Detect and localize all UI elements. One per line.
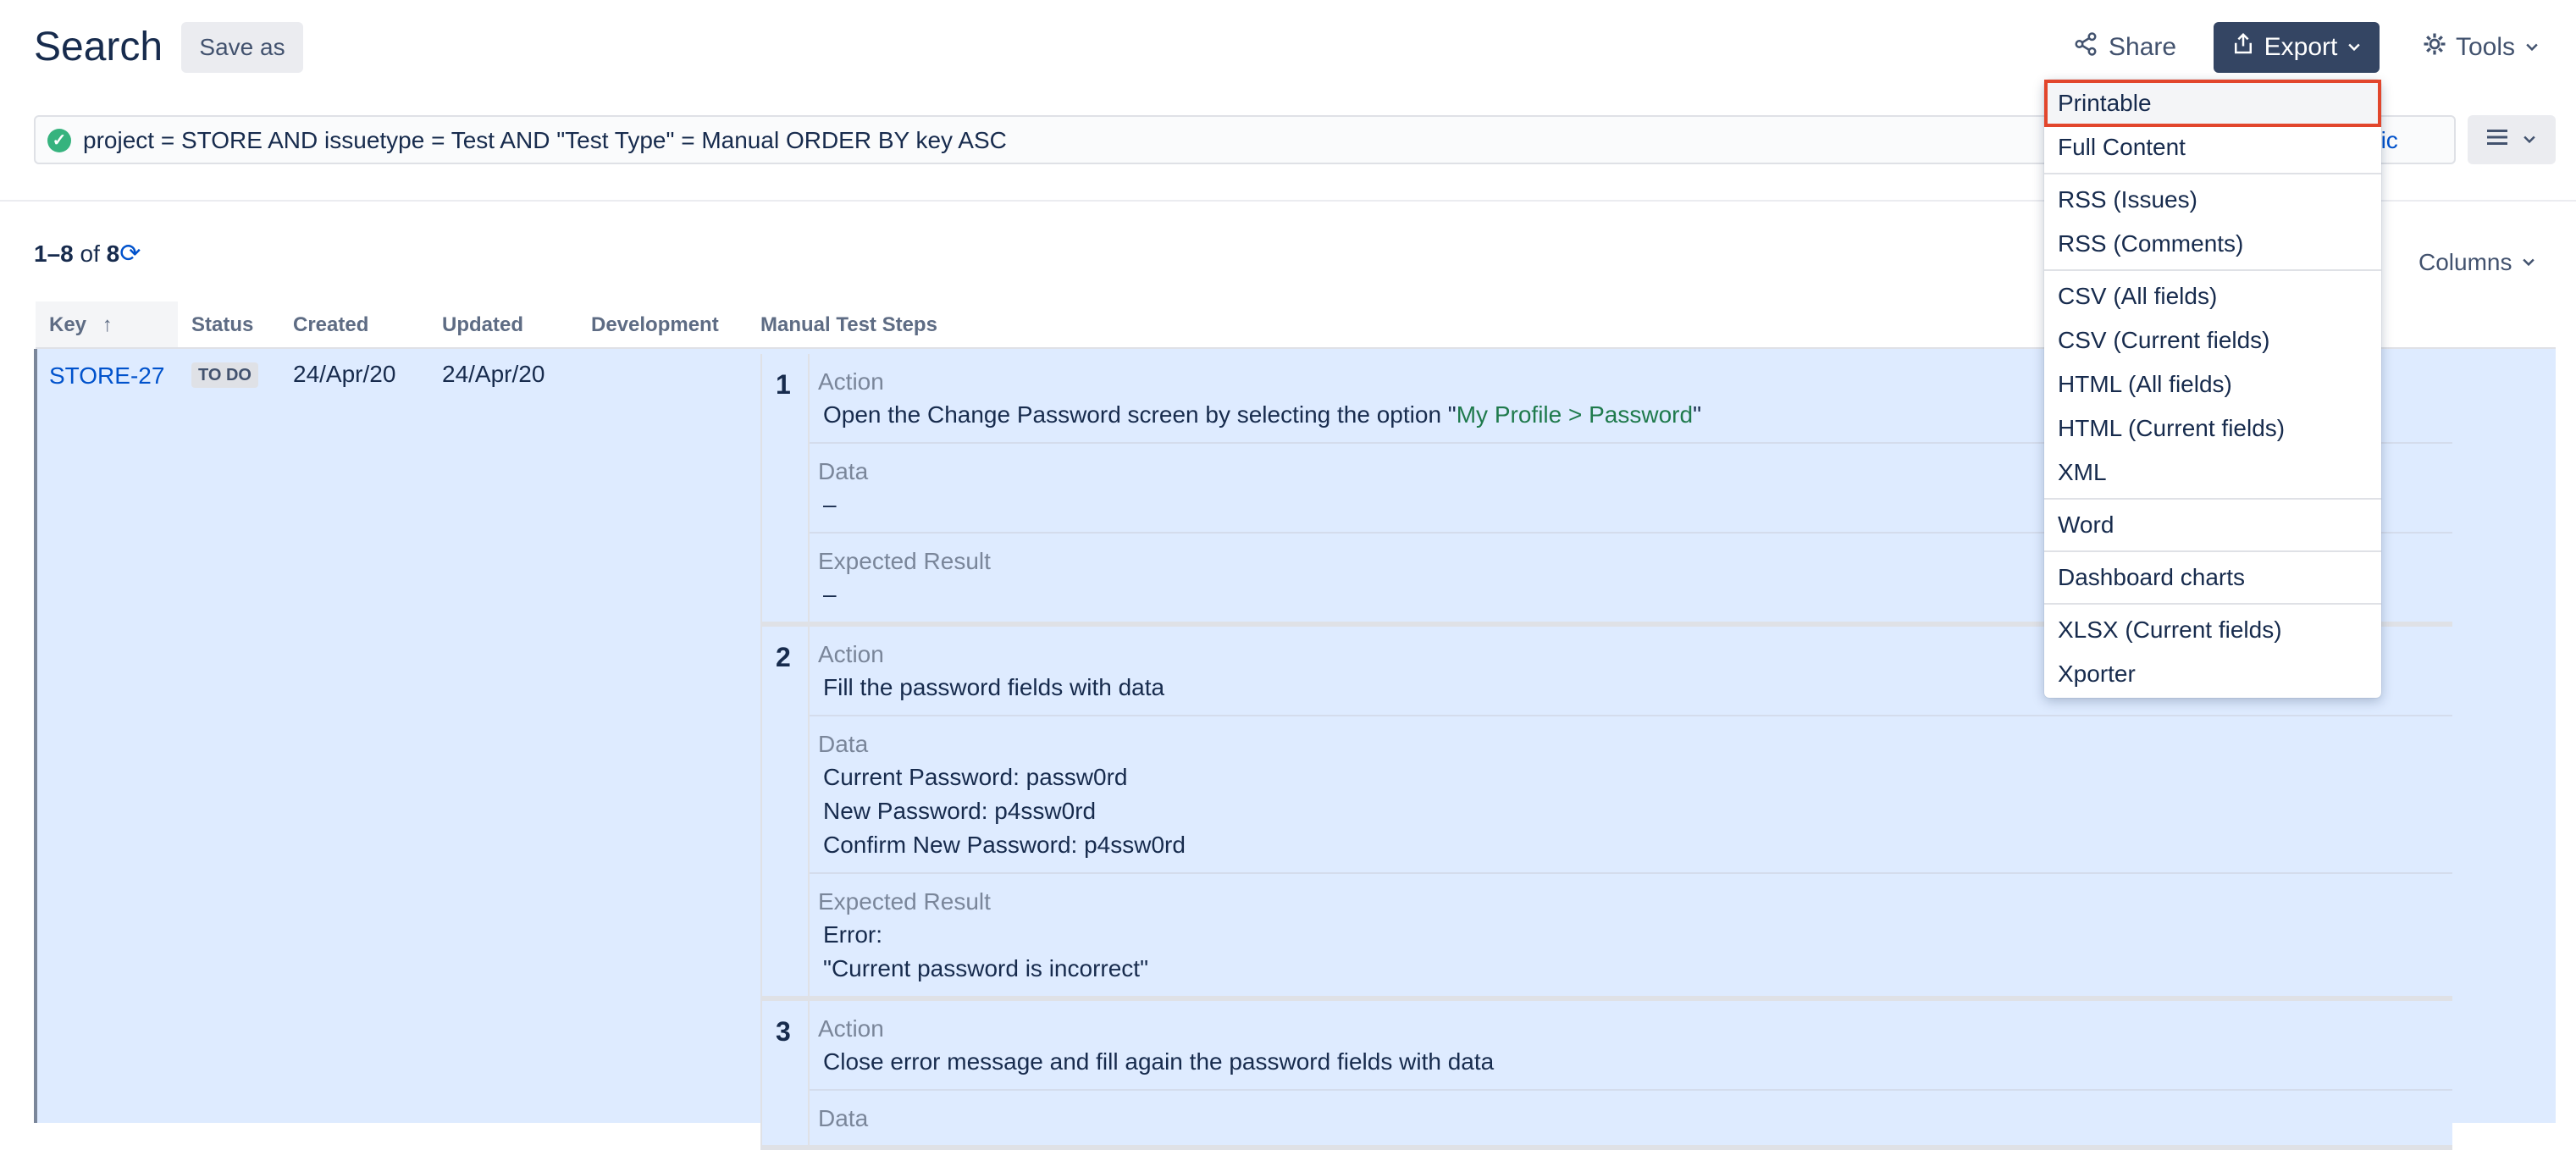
menu-separator	[2044, 603, 2381, 605]
menu-item-csv-current[interactable]: CSV (Current fields)	[2058, 323, 2270, 357]
export-label: Export	[2264, 33, 2338, 61]
sort-asc-icon: ↑	[102, 313, 113, 336]
save-as-button[interactable]: Save as	[181, 22, 303, 73]
menu-item-rss-comments[interactable]: RSS (Comments)	[2058, 227, 2243, 261]
share-icon	[2073, 31, 2098, 64]
step-expected-result: Expected Result Error: "Current password…	[810, 874, 2452, 996]
menu-item-csv-all[interactable]: CSV (All fields)	[2058, 279, 2217, 313]
menu-item-rss-issues[interactable]: RSS (Issues)	[2058, 183, 2197, 217]
expected-value: Error: "Current password is incorrect"	[823, 921, 1149, 981]
columns-label: Columns	[2418, 249, 2512, 275]
action-text-end: "	[1693, 401, 1702, 428]
step-data: Data Current Password: passw0rd New Pass…	[810, 716, 2452, 874]
refresh-icon[interactable]: ⟳	[119, 240, 141, 268]
tools-label: Tools	[2456, 33, 2516, 61]
row-selection-marker	[34, 349, 37, 1123]
chevron-down-icon	[2346, 33, 2363, 62]
results-total: 8	[106, 241, 120, 267]
list-view-icon	[2485, 126, 2509, 153]
menu-item-xlsx-current[interactable]: XLSX (Current fields)	[2058, 613, 2282, 647]
menu-item-html-all[interactable]: HTML (All fields)	[2058, 368, 2232, 401]
results-of: of	[80, 241, 100, 267]
issue-key-link[interactable]: STORE-27	[49, 359, 164, 393]
updated-date: 24/Apr/20	[442, 361, 545, 387]
export-button[interactable]: Export	[2214, 22, 2380, 73]
column-header-development[interactable]: Development	[591, 308, 719, 342]
menu-separator	[2044, 269, 2381, 271]
check-circle-icon: ✓	[47, 129, 71, 152]
menu-item-xporter[interactable]: Xporter	[2058, 657, 2136, 691]
data-label: Data	[818, 731, 869, 757]
step-number: 1	[776, 369, 791, 400]
data-value: Current Password: passw0rd New Password:…	[823, 764, 1186, 858]
chevron-down-icon	[2521, 126, 2538, 153]
results-count: 1–8 of 8⟳	[34, 237, 141, 271]
menu-separator	[2044, 550, 2381, 552]
menu-item-dashboard-charts[interactable]: Dashboard charts	[2058, 561, 2245, 594]
page-title: Search	[34, 25, 163, 69]
menu-item-full-content[interactable]: Full Content	[2058, 130, 2186, 164]
data-label: Data	[818, 1105, 869, 1131]
step-number: 3	[776, 1016, 791, 1047]
test-step: 3 Action Close error message and fill ag…	[760, 1001, 2452, 1150]
step-data: Data	[810, 1091, 2452, 1145]
results-range: 1–8	[34, 241, 74, 267]
export-icon	[2231, 31, 2256, 64]
share-label: Share	[2109, 33, 2177, 61]
column-header-created[interactable]: Created	[293, 308, 368, 342]
column-header-manual-test-steps[interactable]: Manual Test Steps	[760, 308, 937, 342]
chevron-down-icon	[2523, 33, 2540, 62]
columns-button[interactable]: Columns	[2418, 246, 2537, 279]
column-header-updated[interactable]: Updated	[442, 308, 523, 342]
created-date: 24/Apr/20	[293, 361, 396, 387]
jql-query-text: project = STORE AND issuetype = Test AND…	[83, 127, 1007, 153]
column-header-status[interactable]: Status	[191, 308, 253, 342]
column-header-key-label: Key	[49, 313, 87, 336]
expected-label: Expected Result	[818, 888, 991, 915]
chevron-down-icon	[2520, 246, 2537, 279]
menu-item-xml[interactable]: XML	[2058, 456, 2107, 489]
share-button[interactable]: Share	[2073, 25, 2176, 69]
status-badge: TO DO	[191, 362, 258, 388]
action-highlight: My Profile > Password	[1456, 401, 1694, 428]
menu-item-printable[interactable]: Printable	[2058, 86, 2152, 120]
view-toggle-button[interactable]	[2468, 115, 2556, 164]
action-text: Open the Change Password screen by selec…	[823, 401, 1457, 428]
action-value: Close error message and fill again the p…	[823, 1048, 1495, 1075]
column-header-key[interactable]: Key ↑	[49, 308, 113, 342]
export-dropdown-menu: Printable Full Content RSS (Issues) RSS …	[2044, 80, 2381, 698]
menu-item-word[interactable]: Word	[2058, 508, 2114, 542]
tools-button[interactable]: Tools	[2422, 25, 2540, 69]
menu-separator	[2044, 173, 2381, 174]
action-label: Action	[818, 1015, 884, 1042]
menu-item-html-current[interactable]: HTML (Current fields)	[2058, 412, 2285, 445]
step-number: 2	[776, 642, 791, 672]
menu-separator	[2044, 498, 2381, 500]
gear-icon	[2422, 31, 2447, 64]
step-action: Action Close error message and fill agai…	[810, 1001, 2452, 1091]
